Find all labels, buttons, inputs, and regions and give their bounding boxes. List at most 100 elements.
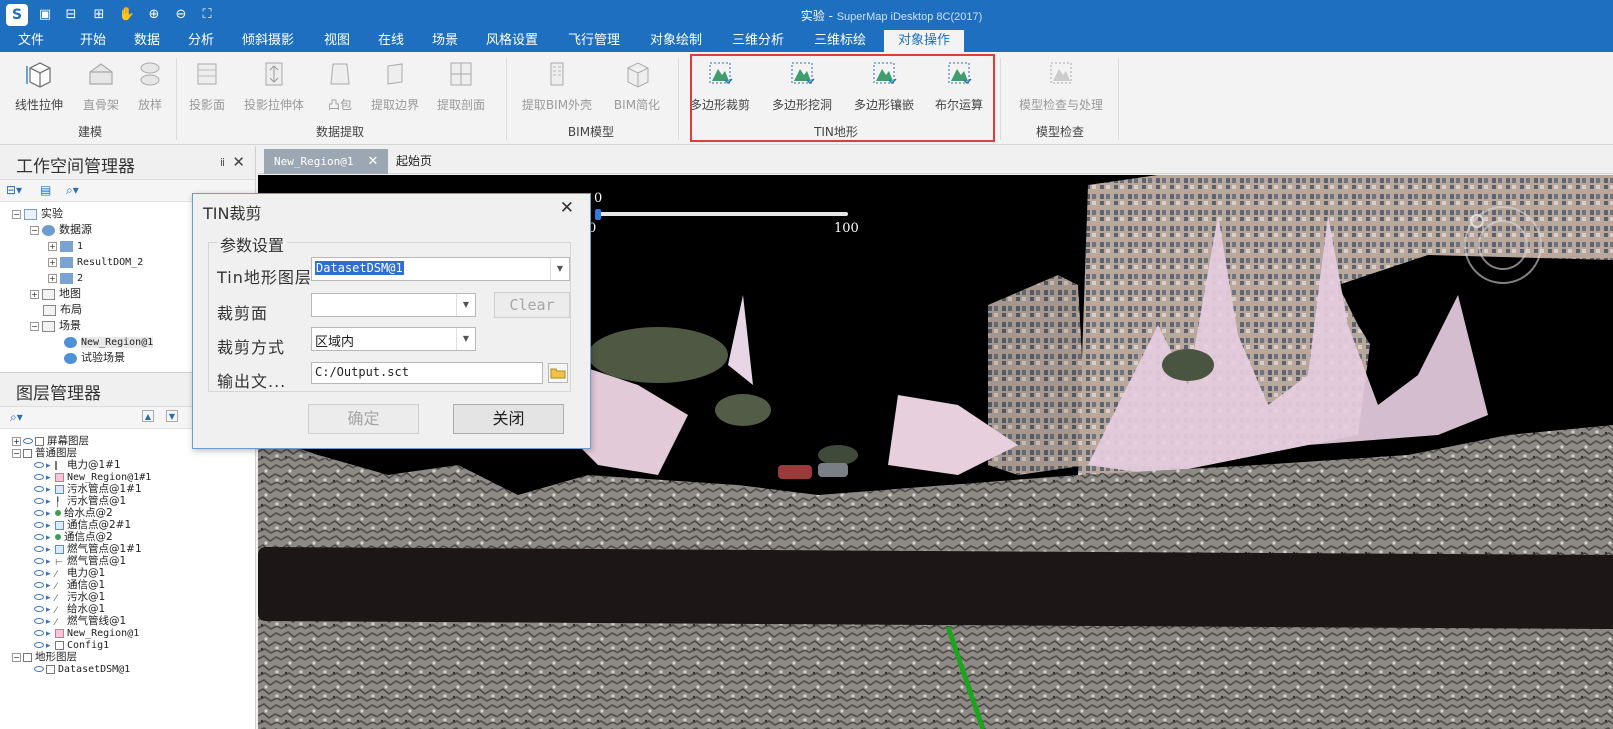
extract-boundary-button[interactable]: 提取边界	[366, 56, 424, 116]
pipe-point-icon: ⊢	[55, 557, 63, 568]
datasource-icon	[60, 240, 73, 252]
skeleton-button[interactable]: 直骨架	[76, 56, 126, 116]
clip-mode-select[interactable]: 区域内 ▼	[311, 327, 476, 351]
save-workspace-icon[interactable]: ▤	[40, 183, 51, 197]
clip-face-select[interactable]: ▼	[311, 293, 476, 317]
tree-item-ds2[interactable]: + ResultDOM_2	[48, 254, 143, 270]
tree-item-scene-new-region[interactable]: New_Region@1	[64, 334, 154, 350]
layer-item[interactable]: ▸ 通信点@2#1	[34, 519, 131, 531]
layer-item[interactable]: ▸ New_Region@1#1	[34, 471, 151, 483]
layer-item[interactable]: ▸ Config1	[34, 639, 109, 651]
search-icon[interactable]: ⌕▾	[10, 410, 23, 425]
layer-group-normal[interactable]: − 普通图层	[12, 447, 77, 459]
output-file-input[interactable]: C:/Output.sct	[311, 362, 543, 384]
move-down-icon[interactable]: ▼	[166, 410, 178, 422]
model-check-button[interactable]: 模型检查与处理	[1008, 56, 1114, 116]
layer-group-terrain[interactable]: − 地形图层	[12, 651, 77, 663]
projection-extrude-button[interactable]: 投影拉伸体	[238, 56, 310, 116]
line-style-icon: ⁄	[55, 617, 57, 628]
loft-button[interactable]: 放样	[130, 56, 170, 116]
ribbon-separator	[176, 58, 177, 140]
bim-outline-button[interactable]: 提取BIM外壳	[516, 56, 598, 116]
tree-item-ds3[interactable]: +2	[48, 270, 83, 286]
search-icon[interactable]: ⌕▾	[66, 183, 79, 198]
tab-draw[interactable]: 对象绘制	[640, 30, 712, 52]
datasource-icon	[60, 256, 73, 268]
layer-item[interactable]: ▸ ⁄ 电力@1	[34, 567, 105, 580]
chevron-down-icon: ▼	[456, 294, 475, 316]
terrain-layer-item[interactable]: DatasetDSM@1	[34, 663, 130, 675]
map-icon	[42, 288, 55, 300]
open-workspace-icon[interactable]: ⊟▾	[6, 183, 22, 197]
doc-tab-new-region[interactable]: New_Region@1 ✕	[264, 149, 389, 174]
tin-highlight-box	[690, 54, 995, 142]
pin-icon[interactable]: ⅱ	[220, 156, 225, 169]
model-layer-icon	[55, 520, 64, 530]
clip-mode-label: 裁剪方式	[217, 338, 286, 357]
tab-file[interactable]: 文件	[8, 30, 54, 52]
tree-item-scene-test[interactable]: 试验场景	[64, 350, 125, 366]
slider-thumb[interactable]	[595, 209, 601, 220]
layer-group-screen[interactable]: + 屏幕图层	[12, 435, 89, 447]
workspace-title: 工作空间管理器	[16, 157, 135, 177]
tree-item-root[interactable]: − 实验	[12, 206, 63, 222]
close-button[interactable]: 关闭	[453, 404, 564, 434]
close-icon[interactable]: ✕	[232, 153, 245, 171]
tab-analysis[interactable]: 分析	[178, 30, 224, 52]
convex-button[interactable]: 凸包	[320, 56, 360, 116]
tree-item-datasources[interactable]: − 数据源	[30, 222, 92, 238]
line-style-icon: ⁄	[55, 593, 57, 604]
tin-layer-label: Tin地形图层	[217, 268, 312, 287]
layer-item[interactable]: ▸ ⁄ 通信@1	[34, 579, 105, 592]
output-file-label: 输出文...	[217, 372, 287, 391]
tab-style[interactable]: 风格设置	[476, 30, 548, 52]
layer-item[interactable]: ▸ ╿ 污水管点@1	[34, 495, 126, 508]
projection-icon	[197, 63, 217, 85]
layer-group-icon	[23, 652, 32, 662]
slider-current-value: 0	[594, 191, 603, 206]
tin-layer-select[interactable]: DatasetDSM@1 ▼	[311, 257, 570, 281]
tab-flight[interactable]: 飞行管理	[558, 30, 630, 52]
layer-item[interactable]: ▸ ⊢ 燃气管点@1	[34, 555, 126, 568]
layer-item[interactable]: ▸ 燃气管点@1#1	[34, 543, 142, 555]
tree-item-scenes[interactable]: − 场景	[30, 318, 81, 334]
tab-data[interactable]: 数据	[124, 30, 170, 52]
move-up-icon[interactable]: ▲	[142, 410, 154, 422]
tab-oblique[interactable]: 倾斜摄影	[232, 30, 304, 52]
title-bar: S ▣ ⊟ ⊞ ✋ ⊕ ⊖ ⛶ 实验 - SuperMap iDesktop 8…	[0, 0, 1613, 30]
convex-icon	[330, 63, 350, 85]
layer-item[interactable]: ▸ ⁄ 燃气管线@1	[34, 615, 126, 628]
layer-item[interactable]: ▸ 污水管点@1#1	[34, 483, 142, 495]
tree-item-layouts[interactable]: 布局	[43, 302, 82, 318]
extract-section-button[interactable]: 提取剖面	[432, 56, 490, 116]
layer-item[interactable]: ▸ 给水点@2	[34, 507, 113, 519]
folder-icon[interactable]	[548, 363, 568, 383]
doc-tab-start-page[interactable]: 起始页	[386, 149, 442, 174]
close-tab-icon[interactable]: ✕	[367, 154, 378, 169]
layer-group-icon	[35, 436, 44, 446]
menu-bar: 文件 开始 数据 分析 倾斜摄影 视图 在线 场景 风格设置 飞行管理 对象绘制…	[0, 30, 1613, 52]
projection-button[interactable]: 投影面	[184, 56, 230, 116]
chevron-down-icon: ▼	[550, 258, 569, 280]
tab-3d-analysis[interactable]: 三维分析	[722, 30, 794, 52]
point-layer-icon	[55, 534, 61, 540]
tab-start[interactable]: 开始	[70, 30, 116, 52]
tab-3d-plot[interactable]: 三维标绘	[804, 30, 876, 52]
layer-item[interactable]: ▸ New_Region@1	[34, 627, 139, 639]
layer-item[interactable]: ▸ ⁄ 污水@1	[34, 591, 105, 604]
layer-item[interactable]: ▸ 通信点@2	[34, 531, 113, 543]
globe-icon	[64, 336, 77, 348]
layer-item[interactable]: ▸ 电力@1#1	[34, 459, 121, 471]
linear-extrude-button[interactable]: 线性拉伸	[8, 56, 70, 116]
ok-button[interactable]: 确定	[308, 404, 419, 434]
tab-scene[interactable]: 场景	[422, 30, 468, 52]
clear-button[interactable]: Clear	[494, 292, 570, 318]
close-icon[interactable]: ✕	[560, 198, 574, 218]
tab-object-ops[interactable]: 对象操作	[884, 30, 965, 52]
tab-view[interactable]: 视图	[314, 30, 360, 52]
tab-online[interactable]: 在线	[368, 30, 414, 52]
layer-item[interactable]: ▸ ⁄ 给水@1	[34, 603, 105, 616]
tree-item-ds1[interactable]: +1	[48, 238, 83, 254]
tree-item-maps[interactable]: + 地图	[30, 286, 81, 302]
bim-simplify-button[interactable]: BIM简化	[608, 56, 666, 116]
